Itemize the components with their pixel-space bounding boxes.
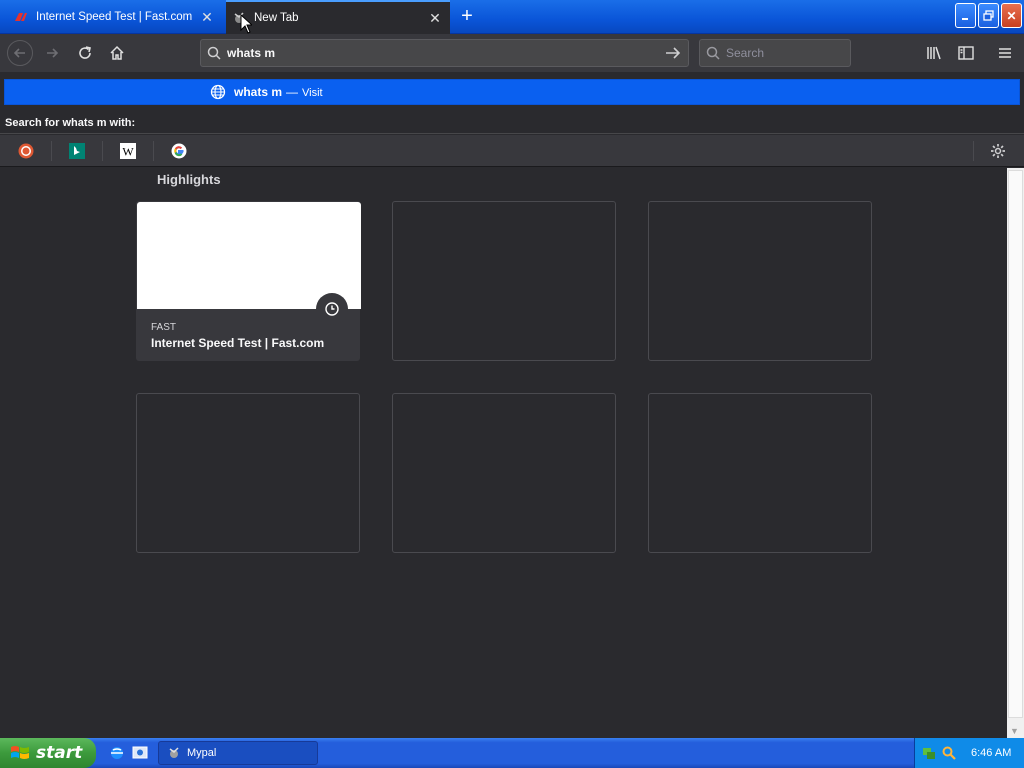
engine-divider <box>153 141 154 161</box>
close-icon[interactable]: ✕ <box>1001 3 1022 28</box>
suggestion-action: Visit <box>302 87 323 99</box>
url-bar[interactable] <box>200 39 689 67</box>
search-icon <box>201 46 227 60</box>
forward-icon[interactable] <box>40 41 64 65</box>
minimize-icon[interactable] <box>955 3 976 28</box>
browser-window: Internet Speed Test | Fast.com ✕ New Tab… <box>0 0 1024 768</box>
tab-fast[interactable]: Internet Speed Test | Fast.com ✕ <box>8 2 222 32</box>
scrollbar-thumb[interactable] <box>1008 170 1023 718</box>
taskbar-item-label: Mypal <box>187 747 217 759</box>
taskbar-item-mypal[interactable]: Mypal <box>158 741 318 765</box>
start-label: start <box>36 743 83 763</box>
empty-card <box>392 201 616 361</box>
library-icon[interactable] <box>922 41 946 65</box>
highlights-title: Highlights <box>157 172 221 187</box>
show-desktop-icon[interactable] <box>132 745 148 761</box>
search-icon[interactable] <box>941 745 957 761</box>
engine-divider <box>973 141 974 161</box>
system-tray: 6:46 AM <box>914 738 1024 768</box>
highlight-card[interactable]: FAST Internet Speed Test | Fast.com <box>136 201 361 361</box>
plus-icon[interactable]: + <box>456 5 478 27</box>
clock-icon <box>316 293 348 325</box>
start-button[interactable]: start <box>0 738 96 768</box>
url-input[interactable] <box>227 46 658 60</box>
clock-time: 6:46 AM <box>971 747 1012 759</box>
gear-icon[interactable] <box>988 141 1008 161</box>
sidebar-icon[interactable] <box>954 41 978 65</box>
card-source: FAST <box>151 322 177 333</box>
empty-card <box>392 393 616 553</box>
bing-icon[interactable] <box>67 141 87 161</box>
tab-title: New Tab <box>254 12 299 24</box>
globe-icon <box>210 84 226 100</box>
card-title: Internet Speed Test | Fast.com <box>151 336 325 350</box>
mypal-app-icon <box>169 747 179 758</box>
svg-text:W: W <box>122 145 134 159</box>
tab-new-tab[interactable]: New Tab ✕ <box>226 0 450 34</box>
mouse-cursor-icon <box>240 14 252 34</box>
search-icon <box>700 46 726 60</box>
restore-icon[interactable] <box>978 3 999 28</box>
search-with-label: Search for whats m with: <box>0 112 1024 134</box>
vertical-scrollbar[interactable]: ▼ <box>1007 168 1024 738</box>
menu-icon[interactable] <box>993 41 1017 65</box>
fast-favicon-icon <box>14 10 28 24</box>
suggestion-separator: — <box>286 85 299 99</box>
empty-card <box>648 393 872 553</box>
tab-title: Internet Speed Test | Fast.com <box>36 11 193 23</box>
taskbar: start Mypal 6:46 AM <box>0 738 1024 768</box>
nav-toolbar <box>0 34 1024 72</box>
search-bar[interactable] <box>699 39 851 67</box>
go-arrow-icon[interactable] <box>658 46 688 60</box>
engine-divider <box>102 141 103 161</box>
network-icon[interactable] <box>921 745 937 761</box>
tab-close-icon[interactable]: ✕ <box>198 8 216 26</box>
suggestion-text: whats m — Visit <box>234 85 323 99</box>
reload-icon[interactable] <box>73 41 97 65</box>
windows-flag-icon <box>11 746 29 759</box>
duckduckgo-icon[interactable] <box>16 141 36 161</box>
empty-card <box>648 201 872 361</box>
tab-close-icon[interactable]: ✕ <box>426 9 444 27</box>
suggestion-query: whats m <box>234 85 283 99</box>
empty-card <box>136 393 360 553</box>
home-icon[interactable] <box>105 41 129 65</box>
scroll-down-icon[interactable]: ▼ <box>1010 726 1019 736</box>
tab-strip: Internet Speed Test | Fast.com ✕ New Tab… <box>0 0 1024 34</box>
internet-explorer-icon[interactable] <box>109 745 125 761</box>
wikipedia-icon[interactable]: W <box>118 141 138 161</box>
autocomplete-suggestion[interactable]: whats m — Visit <box>4 79 1020 105</box>
back-icon[interactable] <box>7 40 33 66</box>
google-icon[interactable] <box>169 141 189 161</box>
engine-divider <box>51 141 52 161</box>
new-tab-page: Highlights FAST Internet Speed Test | Fa… <box>0 168 1007 738</box>
search-engine-bar: W <box>0 135 1024 167</box>
search-input[interactable] <box>726 46 850 60</box>
